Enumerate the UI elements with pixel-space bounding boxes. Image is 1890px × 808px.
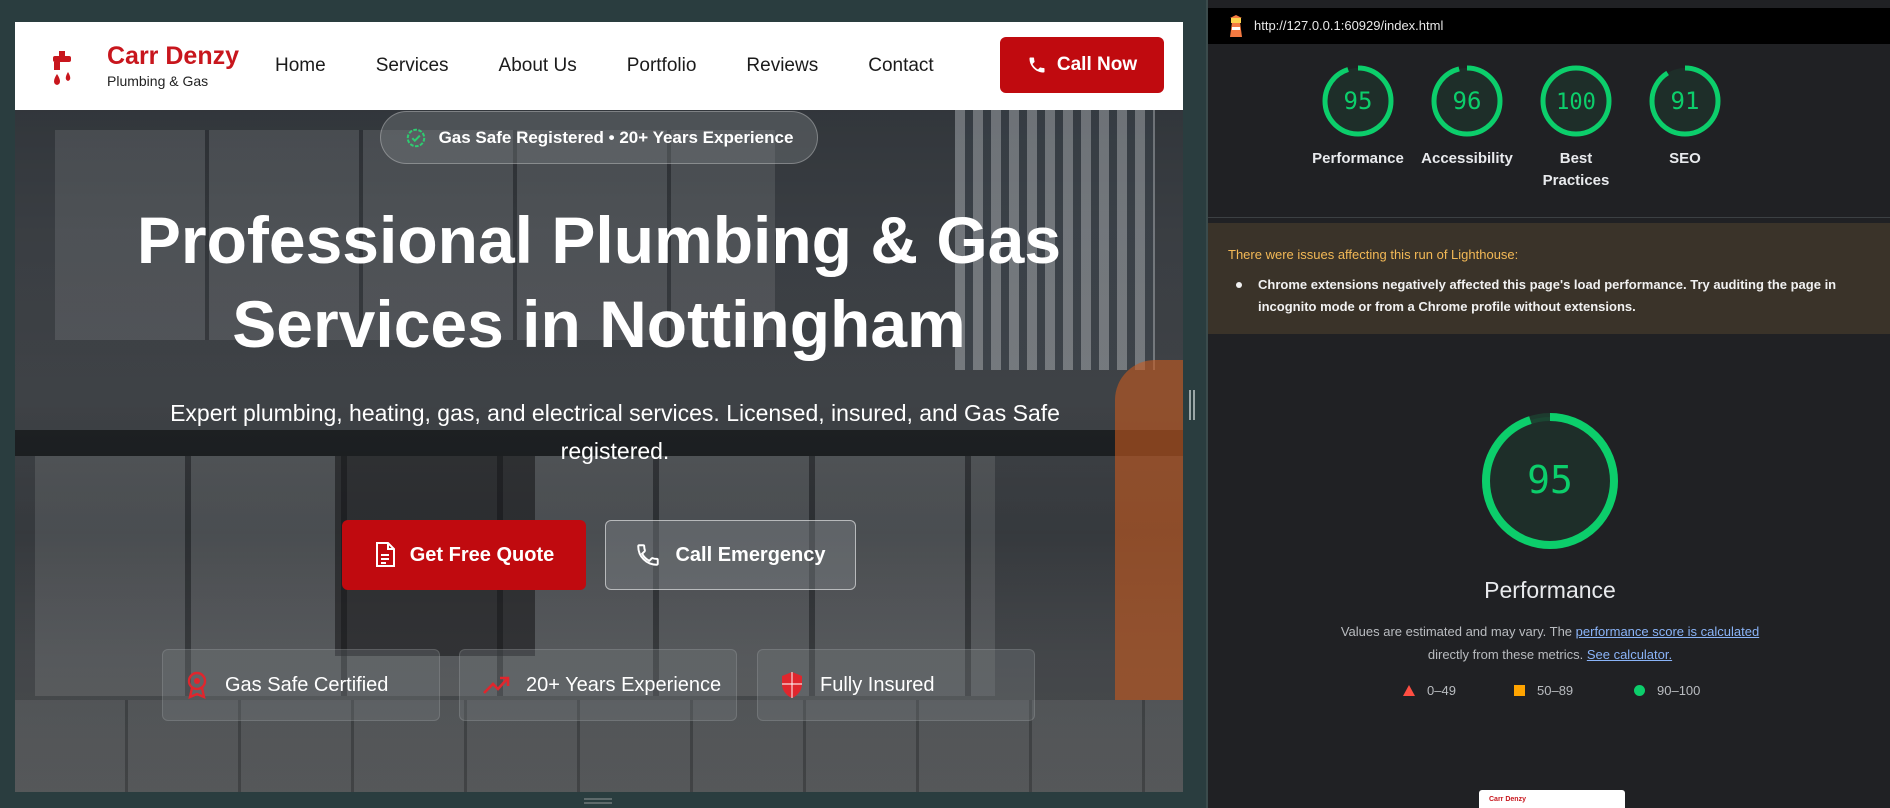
feature-experience-label: 20+ Years Experience: [526, 673, 722, 696]
nav-links: Home Services About Us Portfolio Reviews…: [275, 22, 984, 110]
score-legend: 0–49 50–89 90–100: [1208, 683, 1890, 703]
scroll-grip-handle[interactable]: [584, 798, 612, 804]
gauge-score: 96: [1453, 87, 1482, 115]
brand-tagline: Plumbing & Gas: [107, 73, 209, 89]
gauge-score: 100: [1556, 90, 1596, 115]
warning-item: Chrome extensions negatively affected th…: [1258, 277, 1837, 314]
feature-insured: Fully Insured: [757, 649, 1035, 721]
nav-link-home[interactable]: Home: [275, 55, 326, 77]
check-badge-icon: [406, 128, 425, 147]
gauge-label: Performance: [1312, 150, 1404, 167]
thumbnail-brand: Carr Denzy: [1489, 796, 1526, 803]
legend-fail: 0–49: [1403, 683, 1456, 698]
gauge-score: 91: [1671, 87, 1700, 115]
gauge-label: Best Practices: [1542, 150, 1610, 189]
brand-name[interactable]: Carr Denzy: [107, 42, 239, 71]
gauge-ring: 91: [1649, 65, 1721, 137]
trust-badge: Gas Safe Registered • 20+ Years Experien…: [380, 111, 818, 164]
tap-icon[interactable]: [49, 48, 81, 88]
feature-gas-safe: Gas Safe Certified: [162, 649, 440, 721]
square-icon: [1514, 685, 1525, 696]
divider: [1208, 217, 1890, 218]
shield-icon: [782, 672, 802, 698]
legend-pass: 90–100: [1634, 683, 1700, 698]
hero-title-line2: Services in Nottingham: [232, 287, 966, 361]
gauge-ring: 96: [1431, 65, 1503, 137]
legend-average: 50–89: [1514, 683, 1573, 698]
gauge-ring: 95: [1322, 65, 1394, 137]
performance-gauge[interactable]: 95: [1480, 411, 1620, 551]
audited-url[interactable]: http://127.0.0.1:60929/index.html: [1254, 18, 1443, 33]
lighthouse-panel: http://127.0.0.1:60929/index.html 95 Per…: [1206, 0, 1890, 808]
call-emergency-button[interactable]: Call Emergency: [605, 520, 856, 590]
warning-title: There were issues affecting this run of …: [1228, 247, 1519, 262]
circle-icon: [1634, 685, 1645, 696]
trending-up-icon: [483, 676, 510, 694]
get-free-quote-button[interactable]: Get Free Quote: [342, 520, 586, 590]
performance-score: 95: [1527, 458, 1573, 502]
gauge-ring: 100: [1540, 65, 1612, 137]
feature-experience: 20+ Years Experience: [459, 649, 737, 721]
see-calculator-link[interactable]: See calculator.: [1587, 647, 1672, 662]
lighthouse-icon: [1230, 15, 1242, 37]
page-screenshot-thumbnail[interactable]: Carr Denzy: [1479, 790, 1625, 808]
gauge-seo[interactable]: 91 SEO: [1630, 64, 1740, 170]
score-gauges: 95 Performance 96 Accessibility 100 Best…: [1208, 64, 1890, 214]
document-icon: [375, 542, 395, 567]
triangle-icon: [1403, 685, 1415, 696]
feature-gas-safe-label: Gas Safe Certified: [225, 673, 389, 696]
trust-badge-text: Gas Safe Registered • 20+ Years Experien…: [438, 127, 794, 147]
nav-link-services[interactable]: Services: [376, 55, 449, 77]
gauge-best-practices[interactable]: 100 Best Practices: [1521, 64, 1631, 192]
nav-link-about-us[interactable]: About Us: [499, 55, 577, 77]
certified-badge-icon: [187, 671, 207, 699]
gauge-score: 95: [1344, 87, 1373, 115]
nav-link-contact[interactable]: Contact: [868, 55, 933, 77]
hero-subtitle: Expert plumbing, heating, gas, and elect…: [170, 400, 1060, 464]
gauge-performance[interactable]: 95 Performance: [1303, 64, 1413, 170]
panel-resize-handle[interactable]: [1188, 390, 1196, 420]
get-free-quote-label: Get Free Quote: [409, 543, 555, 566]
feature-insured-label: Fully Insured: [820, 673, 935, 696]
nav-link-portfolio[interactable]: Portfolio: [627, 55, 697, 77]
call-emergency-label: Call Emergency: [675, 543, 826, 566]
warning-box: There were issues affecting this run of …: [1208, 223, 1890, 334]
phone-icon: [1029, 57, 1045, 73]
phone-icon: [637, 544, 660, 566]
site-navbar: Carr Denzy Plumbing & Gas Home Services …: [15, 22, 1183, 110]
gauge-label: SEO: [1669, 150, 1701, 167]
nav-link-reviews[interactable]: Reviews: [746, 55, 818, 77]
hero-title-line1: Professional Plumbing & Gas: [136, 203, 1062, 277]
hero-title: Professional Plumbing & Gas Services in …: [15, 198, 1183, 366]
performance-title: Performance: [1484, 577, 1616, 603]
score-calculated-link[interactable]: performance score is calculated: [1576, 624, 1760, 639]
call-now-label: Call Now: [1056, 54, 1138, 75]
website-viewport: Carr Denzy Plumbing & Gas Home Services …: [15, 22, 1183, 792]
gauge-accessibility[interactable]: 96 Accessibility: [1412, 64, 1522, 170]
gauge-label: Accessibility: [1421, 150, 1513, 167]
call-now-button[interactable]: Call Now: [1000, 37, 1164, 93]
performance-description: Values are estimated and may vary. The p…: [1340, 624, 1760, 662]
url-bar: http://127.0.0.1:60929/index.html: [1208, 8, 1890, 44]
